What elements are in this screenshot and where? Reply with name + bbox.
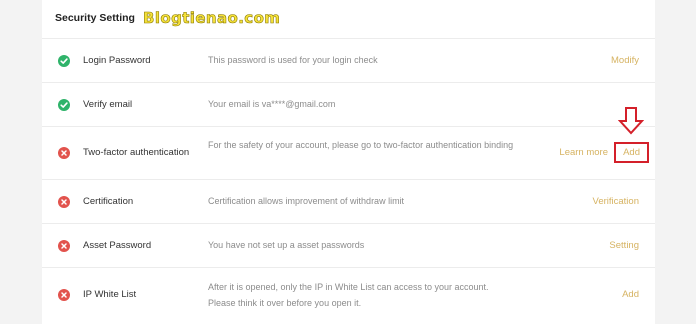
security-row-two-factor: Two-factor authentication For the safety… — [42, 127, 655, 180]
watermark-logo: Blogtienao.com — [143, 9, 281, 28]
row-label: Login Password — [83, 55, 151, 66]
row-description: Certification allows improvement of with… — [208, 196, 405, 206]
x-circle-icon — [58, 196, 70, 208]
row-description: For the safety of your account, please g… — [208, 140, 514, 150]
security-settings-card: Security Setting Blogtienao.com Login Pa… — [42, 0, 655, 324]
row-description: Your email is va****@gmail.com — [208, 99, 336, 109]
setting-link[interactable]: Setting — [609, 240, 639, 251]
row-label: Two-factor authentication — [83, 147, 190, 158]
row-label: Verify email — [83, 99, 133, 110]
modify-link[interactable]: Modify — [611, 55, 639, 66]
x-circle-icon — [58, 147, 70, 159]
add-two-factor-button[interactable]: Add — [614, 142, 649, 163]
add-ip-button[interactable]: Add — [622, 289, 639, 300]
security-row-certification: Certification Certification allows impro… — [42, 180, 655, 224]
verification-link[interactable]: Verification — [593, 196, 639, 207]
row-label: Certification — [83, 196, 134, 207]
security-row-login-password: Login Password This password is used for… — [42, 39, 655, 83]
x-circle-icon — [58, 240, 70, 252]
row-description: You have not set up a asset passwords — [208, 240, 365, 250]
check-circle-icon — [58, 55, 70, 67]
card-header: Security Setting Blogtienao.com — [42, 0, 655, 39]
down-arrow-icon — [618, 107, 644, 135]
row-description: After it is opened, only the IP in White… — [208, 282, 489, 308]
row-description: This password is used for your login che… — [208, 55, 378, 65]
row-label: Asset Password — [83, 240, 152, 251]
learn-more-link[interactable]: Learn more — [559, 147, 608, 158]
page-title: Security Setting — [55, 12, 135, 24]
check-circle-icon — [58, 99, 70, 111]
x-circle-icon — [58, 289, 70, 301]
security-row-verify-email: Verify email Your email is va****@gmail.… — [42, 83, 655, 127]
security-row-asset-password: Asset Password You have not set up a ass… — [42, 224, 655, 268]
security-row-ip-white-list: IP White List After it is opened, only t… — [42, 268, 655, 324]
row-label: IP White List — [83, 289, 137, 300]
